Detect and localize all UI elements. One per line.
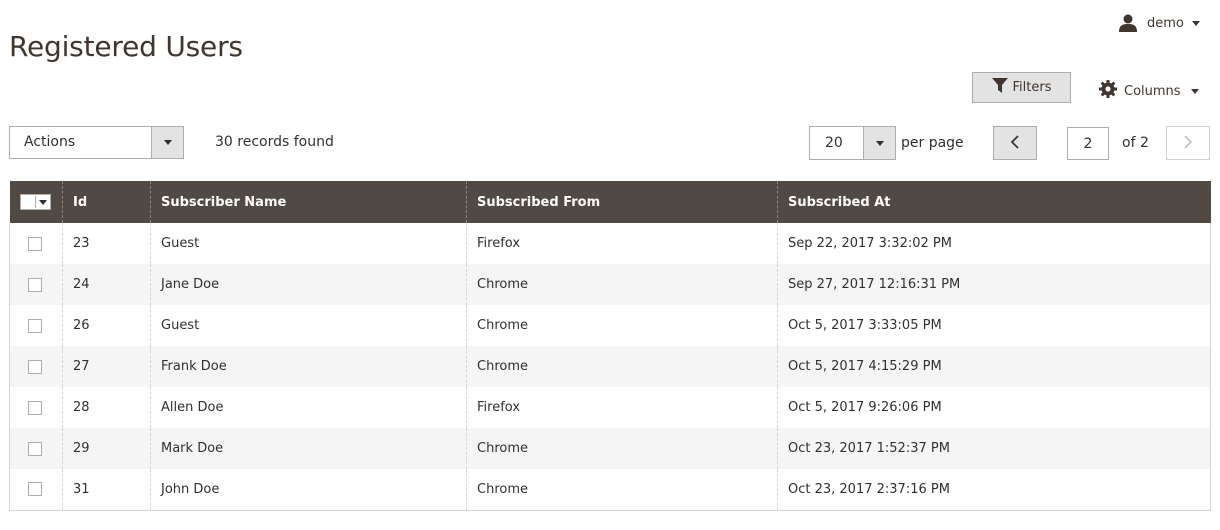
total-pages: of 2 — [1122, 135, 1149, 151]
chevron-down-icon — [1190, 88, 1199, 94]
row-select-cell — [9, 469, 63, 511]
cell-id: 26 — [62, 305, 151, 346]
cell-subscribed-at: Oct 5, 2017 9:26:06 PM — [777, 387, 1211, 428]
cell-subscribed-at: Oct 5, 2017 3:33:05 PM — [777, 305, 1211, 346]
cell-subscribed-from: Chrome — [466, 305, 778, 346]
cell-subscribed-at: Oct 23, 2017 2:37:16 PM — [777, 469, 1211, 511]
chevron-left-icon — [1010, 134, 1020, 153]
data-table: Id Subscriber Name Subscribed From Subsc… — [9, 181, 1211, 511]
cell-id: 23 — [62, 223, 151, 264]
cell-subscriber-name: John Doe — [150, 469, 467, 511]
mass-select-control[interactable] — [19, 194, 51, 210]
table-row: 31 John Doe Chrome Oct 23, 2017 2:37:16 … — [9, 469, 1211, 511]
next-page-button[interactable] — [1166, 126, 1210, 160]
cell-subscribed-from: Chrome — [466, 346, 778, 387]
columns-label: Columns — [1124, 83, 1181, 99]
table-row: 26 Guest Chrome Oct 5, 2017 3:33:05 PM — [9, 305, 1211, 346]
gear-icon — [1099, 80, 1117, 102]
per-page-select[interactable]: 20 — [809, 126, 896, 160]
cell-id: 24 — [62, 264, 151, 305]
cell-subscriber-name: Guest — [150, 305, 467, 346]
table-row: 29 Mark Doe Chrome Oct 23, 2017 1:52:37 … — [9, 428, 1211, 469]
cell-subscribed-at: Oct 5, 2017 4:15:29 PM — [777, 346, 1211, 387]
cell-subscriber-name: Frank Doe — [150, 346, 467, 387]
column-header-subscribed-at[interactable]: Subscribed At — [777, 181, 1211, 223]
table-row: 28 Allen Doe Firefox Oct 5, 2017 9:26:06… — [9, 387, 1211, 428]
per-page-value: 20 — [825, 135, 843, 151]
row-select-cell — [9, 346, 63, 387]
mass-select-toggle[interactable] — [36, 199, 50, 205]
mass-select-checkbox[interactable] — [20, 196, 36, 208]
cell-subscribed-at: Sep 27, 2017 12:16:31 PM — [777, 264, 1211, 305]
filters-button[interactable]: Filters — [972, 72, 1071, 103]
cell-id: 28 — [62, 387, 151, 428]
chevron-right-icon — [1183, 134, 1193, 153]
cell-subscriber-name: Jane Doe — [150, 264, 467, 305]
row-select-cell — [9, 305, 63, 346]
cell-subscribed-from: Chrome — [466, 264, 778, 305]
mass-select-header[interactable] — [9, 181, 63, 223]
column-header-subscriber-name[interactable]: Subscriber Name — [150, 181, 467, 223]
cell-subscribed-from: Chrome — [466, 469, 778, 511]
table-row: 24 Jane Doe Chrome Sep 27, 2017 12:16:31… — [9, 264, 1211, 305]
cell-id: 27 — [62, 346, 151, 387]
filters-label: Filters — [1012, 80, 1052, 95]
table-header-row: Id Subscriber Name Subscribed From Subsc… — [9, 181, 1211, 223]
cell-subscribed-from: Chrome — [466, 428, 778, 469]
cell-subscriber-name: Mark Doe — [150, 428, 467, 469]
column-header-subscribed-from[interactable]: Subscribed From — [466, 181, 778, 223]
per-page-label: per page — [901, 135, 964, 151]
cell-subscriber-name: Guest — [150, 223, 467, 264]
actions-select[interactable]: Actions — [9, 126, 184, 159]
chevron-down-icon — [875, 140, 884, 146]
cell-id: 31 — [62, 469, 151, 511]
row-select-cell — [9, 223, 63, 264]
funnel-icon — [991, 78, 1008, 97]
user-name: demo — [1147, 15, 1184, 31]
page-title: Registered Users — [9, 29, 243, 63]
row-checkbox[interactable] — [28, 236, 42, 251]
table-row: 23 Guest Firefox Sep 22, 2017 3:32:02 PM — [9, 223, 1211, 264]
user-icon — [1118, 14, 1138, 32]
user-menu[interactable]: demo — [1118, 14, 1200, 32]
row-checkbox[interactable] — [28, 359, 42, 374]
row-select-cell — [9, 387, 63, 428]
columns-dropdown[interactable]: Columns — [1099, 80, 1199, 102]
chevron-down-icon — [38, 199, 47, 205]
row-checkbox[interactable] — [28, 277, 42, 292]
row-select-cell — [9, 264, 63, 305]
actions-select-toggle[interactable] — [151, 127, 183, 158]
chevron-down-icon — [1191, 20, 1200, 26]
cell-subscribed-from: Firefox — [466, 223, 778, 264]
cell-subscribed-at: Oct 23, 2017 1:52:37 PM — [777, 428, 1211, 469]
cell-subscribed-at: Sep 22, 2017 3:32:02 PM — [777, 223, 1211, 264]
subscribers-grid: Id Subscriber Name Subscribed From Subsc… — [9, 181, 1211, 511]
chevron-down-icon — [163, 140, 172, 145]
cell-subscribed-from: Firefox — [466, 387, 778, 428]
actions-select-value: Actions — [24, 134, 76, 150]
column-header-id[interactable]: Id — [62, 181, 151, 223]
table-row: 27 Frank Doe Chrome Oct 5, 2017 4:15:29 … — [9, 346, 1211, 387]
row-select-cell — [9, 428, 63, 469]
current-page-input[interactable] — [1067, 127, 1109, 160]
cell-subscriber-name: Allen Doe — [150, 387, 467, 428]
records-count: 30 records found — [215, 134, 334, 150]
cell-id: 29 — [62, 428, 151, 469]
row-checkbox[interactable] — [28, 400, 42, 415]
row-checkbox[interactable] — [28, 482, 42, 497]
previous-page-button[interactable] — [993, 126, 1037, 160]
per-page-toggle[interactable] — [863, 127, 895, 159]
row-checkbox[interactable] — [28, 318, 42, 333]
row-checkbox[interactable] — [28, 441, 42, 456]
